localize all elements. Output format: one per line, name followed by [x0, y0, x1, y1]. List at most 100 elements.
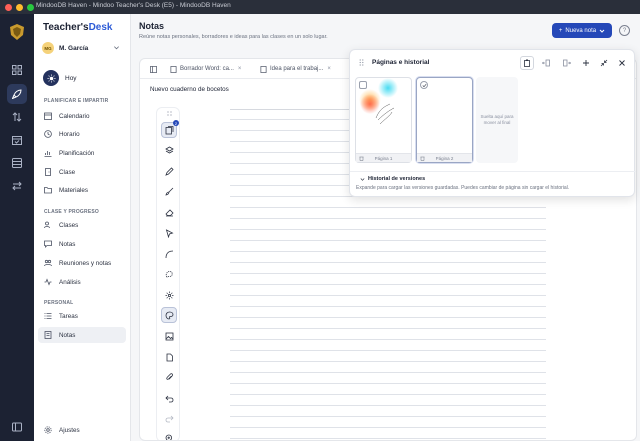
- pen-tool-button[interactable]: [161, 163, 177, 179]
- close-tab-icon[interactable]: ×: [238, 66, 242, 72]
- close-panel-button[interactable]: [615, 56, 629, 70]
- rocket-icon: [12, 89, 22, 99]
- trash-icon[interactable]: [420, 156, 425, 161]
- pages-count-badge: 2: [173, 120, 179, 126]
- curve-tool-button[interactable]: [161, 246, 177, 262]
- sidebar-item-schedule[interactable]: Horario: [38, 126, 126, 142]
- zoom-button[interactable]: [161, 430, 177, 440]
- eraser-icon: [164, 208, 174, 216]
- move-page-left-button[interactable]: [539, 56, 553, 70]
- new-note-button[interactable]: + Nueva nota: [552, 23, 612, 38]
- pulse-icon: [44, 278, 52, 286]
- sidebar-item-planning[interactable]: Planificación: [38, 145, 126, 161]
- palette-tool-button[interactable]: [161, 307, 177, 323]
- sidebar-item-classes[interactable]: Clases: [38, 217, 126, 233]
- page-tool-button[interactable]: [161, 349, 177, 365]
- users-icon: [44, 221, 50, 229]
- transfer-icon: [12, 181, 22, 191]
- rail-dashboard-button[interactable]: [7, 60, 27, 80]
- chevron-down-icon: [599, 29, 605, 33]
- page-thumbnail-2[interactable]: Página 2: [416, 77, 473, 163]
- select-tool-button[interactable]: [161, 225, 177, 241]
- pages-icon: [165, 125, 173, 134]
- close-tab-icon[interactable]: ×: [327, 66, 331, 72]
- redo-icon: [165, 415, 174, 422]
- image-icon: [165, 332, 173, 340]
- undo-button[interactable]: [161, 390, 177, 406]
- clipboard-icon: [524, 59, 530, 67]
- toolbar-drag-handle[interactable]: [161, 108, 177, 118]
- brush-tool-button[interactable]: [161, 183, 177, 199]
- clipboard-button[interactable]: [520, 56, 534, 70]
- sidebar-item-grades[interactable]: Notas: [38, 236, 126, 252]
- people-icon: [44, 259, 52, 267]
- app-logo-icon: [10, 24, 24, 40]
- sidebar-item-notes[interactable]: Notas: [38, 327, 126, 343]
- layers-icon: [164, 146, 174, 153]
- sidebar-item-analysis[interactable]: Análisis: [38, 274, 126, 290]
- image-tool-button[interactable]: [161, 328, 177, 344]
- add-page-button[interactable]: [579, 56, 593, 70]
- rail-calendar-button[interactable]: [7, 130, 27, 150]
- page-dropzone[interactable]: Suelta aquí para mover al final: [476, 77, 518, 163]
- redo-button[interactable]: [161, 410, 177, 426]
- sidebar-item-meetings[interactable]: Reuniones y notas: [38, 255, 126, 271]
- checkmark-icon: [422, 83, 426, 87]
- sun-icon: [43, 70, 59, 86]
- close-icon: [619, 60, 625, 66]
- plus-icon: +: [558, 27, 563, 34]
- user-menu[interactable]: MG M. García: [42, 40, 124, 56]
- rail-sort-button[interactable]: [7, 107, 27, 127]
- sidebar-toggle-button[interactable]: [150, 63, 160, 75]
- pen-icon: [164, 166, 174, 176]
- notebook-title: Nuevo cuaderno de bocetos: [150, 86, 229, 93]
- pages-tool-button[interactable]: 2: [161, 120, 179, 138]
- rail-collapse-button[interactable]: [7, 417, 27, 437]
- rail-teaching-button[interactable]: [7, 84, 27, 104]
- page-1-preview-icon: [359, 78, 398, 125]
- version-history-toggle[interactable]: Historial de versiones: [360, 176, 425, 182]
- page-1-checkbox[interactable]: [359, 81, 367, 89]
- brush-icon: [164, 187, 173, 196]
- sidebar-item-materials[interactable]: Materiales: [38, 182, 126, 198]
- close-window-button[interactable]: [5, 3, 12, 11]
- minimize-window-button[interactable]: [16, 3, 23, 11]
- tab-note-2[interactable]: Idea para el trabaj... ×: [260, 63, 331, 75]
- help-button[interactable]: ?: [619, 25, 630, 36]
- panel-header: Páginas e historial: [350, 50, 636, 74]
- window-title: MindooDB Haven - Mindoo Teacher's Desk (…: [36, 2, 231, 9]
- rail-database-button[interactable]: [7, 153, 27, 173]
- layers-tool-button[interactable]: [161, 142, 177, 158]
- chart-icon: [44, 151, 52, 157]
- rail-transfer-button[interactable]: [7, 176, 27, 196]
- sidebar-item-settings[interactable]: Ajustes: [38, 422, 126, 438]
- chevron-down-icon: [114, 46, 119, 50]
- sidebar-item-class[interactable]: Clase: [38, 164, 126, 180]
- lasso-tool-button[interactable]: [161, 266, 177, 282]
- today-button[interactable]: Hoy: [43, 70, 77, 86]
- move-page-right-button[interactable]: [560, 56, 574, 70]
- paperclip-icon: [165, 372, 173, 380]
- sidebar-item-tasks[interactable]: Tareas: [38, 308, 126, 324]
- palette-icon: [165, 311, 173, 319]
- section-progress: CLASE Y PROGRESO: [44, 209, 99, 215]
- pages-history-panel: Páginas e historial Página 1 Página 2 Su…: [349, 49, 636, 197]
- calendar-icon: [44, 112, 52, 120]
- attach-tool-button[interactable]: [161, 369, 177, 385]
- laser-tool-button[interactable]: [161, 287, 177, 303]
- sidebar: Teacher'sDesk MG M. García Hoy PLANIFICA…: [34, 14, 131, 441]
- sidebar-item-calendar[interactable]: Calendario: [38, 108, 126, 124]
- collapse-panel-button[interactable]: [597, 56, 611, 70]
- page-title: Notas: [139, 21, 165, 31]
- trash-icon[interactable]: [359, 156, 364, 161]
- maximize-window-button[interactable]: [27, 3, 34, 11]
- page-2-checkbox[interactable]: [420, 81, 428, 89]
- brand-title: Teacher'sDesk: [43, 22, 113, 33]
- collapse-icon: [600, 59, 608, 67]
- page-thumbnail-1[interactable]: Página 1: [355, 77, 412, 163]
- page-1-footer: Página 1: [356, 153, 411, 162]
- eraser-tool-button[interactable]: [161, 204, 177, 220]
- drag-handle-icon[interactable]: [359, 59, 364, 66]
- tab-note-1[interactable]: Borrador Word: ca... ×: [170, 63, 241, 75]
- page-right-icon: [563, 59, 571, 67]
